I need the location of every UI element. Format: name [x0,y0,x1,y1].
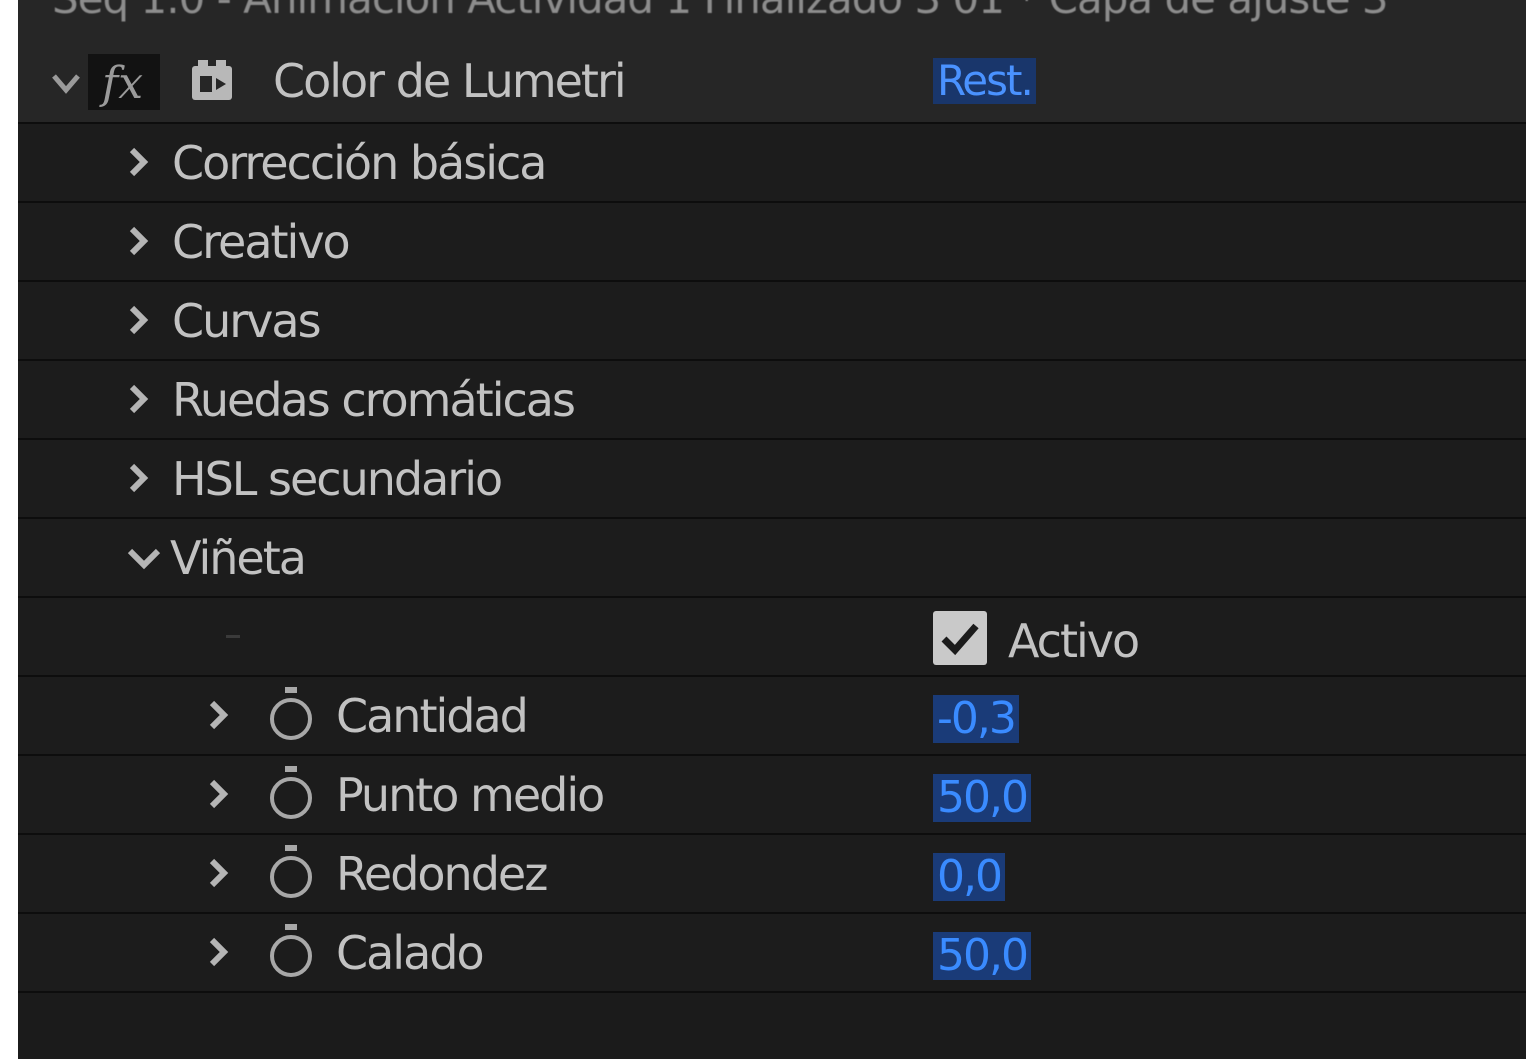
chevron-right-icon[interactable] [120,379,156,419]
chevron-down-icon[interactable] [48,64,84,104]
section-row-vineta[interactable]: Viñeta [18,519,1526,598]
chevron-right-icon[interactable] [120,458,156,498]
section-label: Ruedas cromáticas [172,373,576,427]
section-row-correccion-basica[interactable]: Corrección básica [18,124,1526,203]
section-label: Creativo [172,215,351,269]
chevron-right-icon[interactable] [200,853,236,893]
section-label: Corrección básica [172,136,547,190]
param-value[interactable]: 50,0 [933,774,1031,822]
chevron-down-icon[interactable] [126,543,162,583]
checkmark-icon [941,623,979,656]
effect-controls-panel: Seq 1.0 - Animación Actividad 1 Finaliza… [18,0,1526,1059]
section-row-ruedas-cromaticas[interactable]: Ruedas cromáticas [18,361,1526,440]
param-label: Calado [336,926,485,980]
stopwatch-icon[interactable] [266,843,316,901]
effect-row-lumetri[interactable]: fx Color de Lumetri Rest. [18,40,1526,124]
chevron-right-icon[interactable] [200,695,236,735]
effect-badge-icon [190,58,236,104]
fx-icon[interactable]: fx [88,54,160,110]
param-label: Cantidad [336,689,529,743]
param-value[interactable]: 50,0 [933,932,1031,980]
param-value[interactable]: 0,0 [933,853,1005,901]
chevron-right-icon[interactable] [120,142,156,182]
stopwatch-icon[interactable] [266,922,316,980]
reset-button[interactable]: Rest. [933,58,1036,104]
section-label: Viñeta [170,531,307,585]
clip-header-title: Seq 1.0 - Animación Actividad 1 Finaliza… [52,0,1389,23]
section-row-curvas[interactable]: Curvas [18,282,1526,361]
chevron-right-icon[interactable] [200,932,236,972]
param-row-punto-medio[interactable]: Punto medio 50,0 [18,756,1526,835]
svg-text:fx: fx [99,58,143,109]
param-label: Punto medio [336,768,605,822]
param-row-cantidad[interactable]: Cantidad -0,3 [18,677,1526,756]
stopwatch-icon[interactable] [266,764,316,822]
chevron-right-icon[interactable] [120,221,156,261]
param-row-redondez[interactable]: Redondez 0,0 [18,835,1526,914]
param-value[interactable]: -0,3 [933,695,1019,743]
placeholder-dash [226,635,240,638]
section-label: Curvas [172,294,322,348]
param-row-calado[interactable]: Calado 50,0 [18,914,1526,993]
section-row-hsl-secundario[interactable]: HSL secundario [18,440,1526,519]
stopwatch-icon[interactable] [266,685,316,743]
section-label: HSL secundario [172,452,503,506]
active-checkbox[interactable] [933,611,987,665]
clip-header-bar: Seq 1.0 - Animación Actividad 1 Finaliza… [18,0,1526,40]
chevron-right-icon[interactable] [200,774,236,814]
vignette-active-row: Activo [18,598,1526,677]
active-label: Activo [1008,614,1140,668]
chevron-right-icon[interactable] [120,300,156,340]
effect-name: Color de Lumetri [273,54,627,108]
section-row-creativo[interactable]: Creativo [18,203,1526,282]
param-label: Redondez [336,847,548,901]
